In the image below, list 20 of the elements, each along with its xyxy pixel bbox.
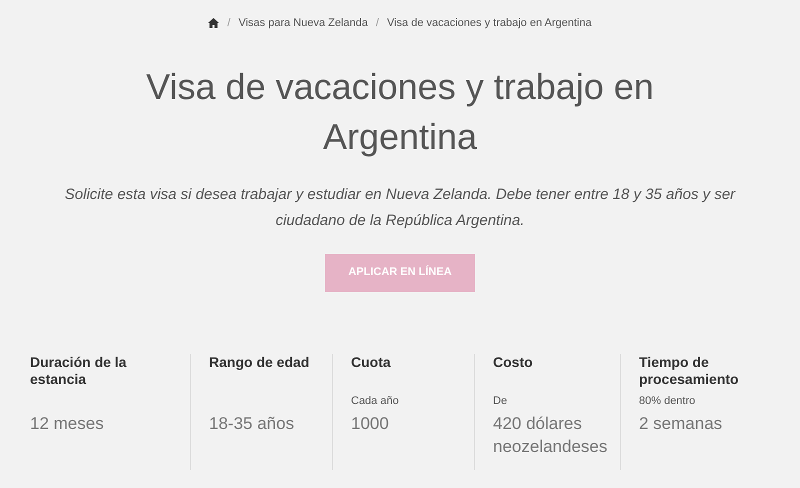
fact-note: De (493, 394, 508, 409)
fact-note: 80% dentro (639, 394, 696, 409)
page-title: Visa de vacaciones y trabajo en Argentina (145, 64, 655, 158)
fact-value: 2 semanas (639, 412, 724, 434)
fact-label: Costo (493, 354, 534, 372)
breadcrumb-separator: / (227, 16, 230, 31)
breadcrumb-link[interactable]: Visa de vacaciones y trabajo en Argentina (386, 15, 592, 32)
home-icon[interactable] (208, 18, 220, 28)
fact-label: Cuota (351, 354, 392, 372)
fact-label: Duración de la estancia (30, 354, 128, 388)
fact-label: Rango de edad (209, 354, 310, 372)
fact-value: 1000 (351, 412, 390, 434)
fact-value: 420 dólares neozelandeses (493, 412, 608, 458)
breadcrumb-link[interactable]: Visas para Nueva Zelanda (238, 15, 368, 32)
breadcrumb-separator: / (376, 16, 379, 31)
fact-value: 12 meses (30, 412, 105, 434)
fact-label: Tiempo de procesamiento (639, 354, 740, 389)
fact-note: Cada año (351, 394, 399, 409)
fact-value: 18-35 años (209, 412, 296, 434)
intro-text: Solicite esta visa si desea trabajar y estudiar en Nueva Zelanda. Debe tener entre 18 y 35 años y ser ciudadano de la República Argentina. (64, 184, 736, 230)
